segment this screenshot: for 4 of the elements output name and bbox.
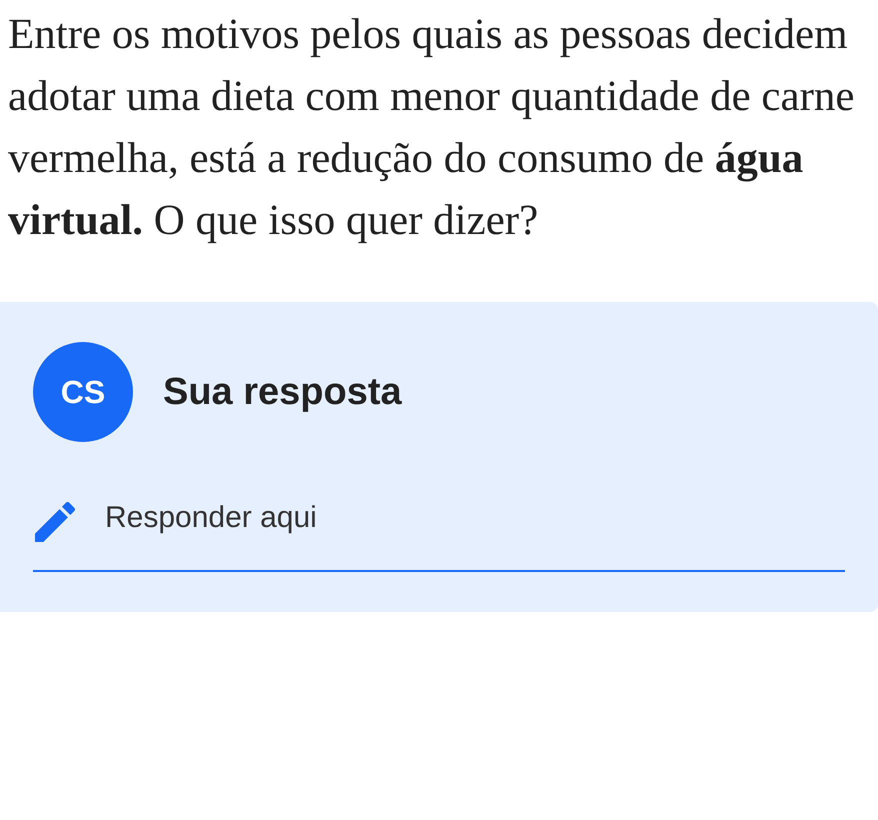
question-text: Entre os motivos pelos quais as pessoas decidem adotar uma dieta com menor quantidade de carne vermelha, está a redução do consumo de água virtual. O que isso quer dizer? [7, 10, 856, 246]
pencil-icon [35, 502, 75, 542]
answer-title: Sua resposta [163, 370, 402, 414]
user-avatar: CS [33, 342, 133, 442]
